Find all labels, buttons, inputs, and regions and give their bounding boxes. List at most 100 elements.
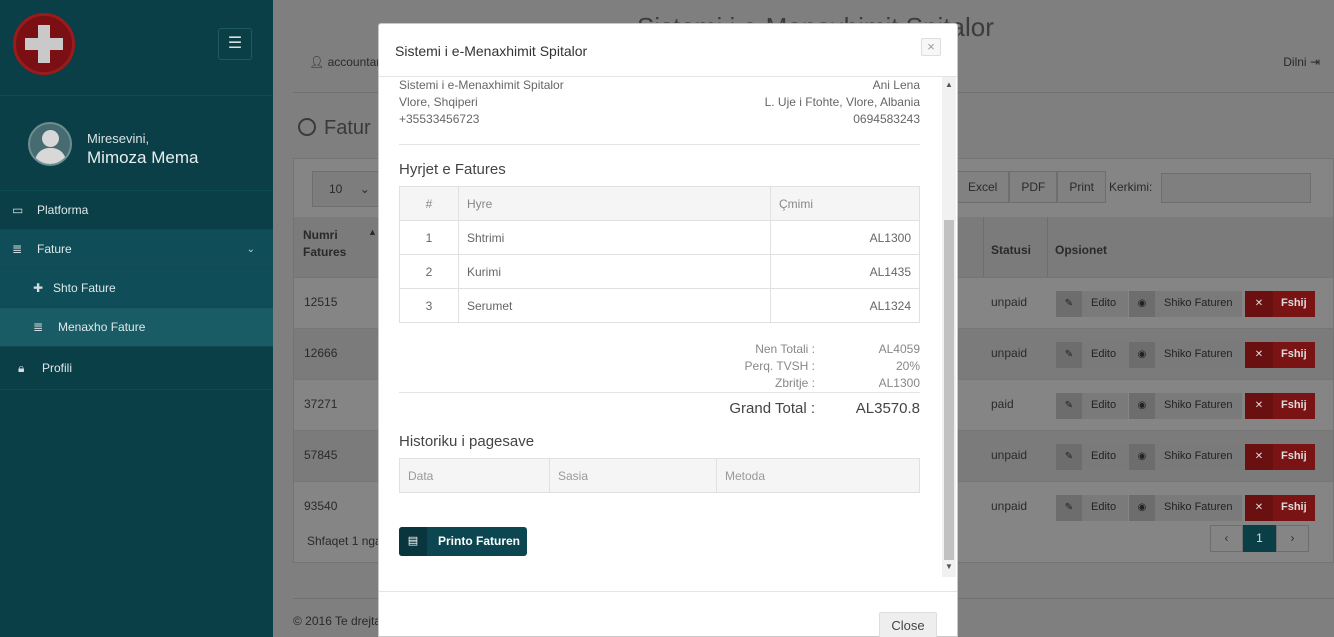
invoice-modal: Sistemi i e-Menaxhimit Spitalor × Sistem…: [378, 23, 958, 637]
column-header-entry: Hyre: [458, 186, 771, 221]
subtotal-label: Nen Totali :: [755, 342, 815, 356]
scroll-thumb[interactable]: [944, 220, 954, 560]
view-invoice-button[interactable]: ◉ Shiko Faturen: [1129, 393, 1242, 419]
footer-text: © 2016 Te drejta: [293, 614, 382, 628]
eye-icon: ◉: [1129, 444, 1155, 470]
close-icon: ✕: [1245, 291, 1273, 317]
page-length-select[interactable]: 10 ⌄: [312, 171, 384, 207]
column-header-amount: Sasia: [549, 458, 717, 493]
pencil-icon: ✎: [1056, 444, 1082, 470]
showing-info: Shfaqet 1 nga: [307, 534, 382, 548]
client-name: Ani Lena: [872, 78, 920, 92]
item-entry: Kurimi: [458, 254, 771, 289]
search-label: Kerkimi:: [1109, 180, 1153, 194]
modal-title: Sistemi i e-Menaxhimit Spitalor: [395, 43, 588, 59]
modal-header: Sistemi i e-Menaxhimit Spitalor ×: [379, 24, 957, 77]
divider: [399, 392, 920, 393]
chevron-down-icon: ⌄: [359, 182, 370, 196]
eye-icon: ◉: [1129, 342, 1155, 368]
sidebar-item-profili[interactable]: 🔒︎ Profili: [0, 347, 273, 390]
sidebar-item-fature[interactable]: ≣ Fature ⌄: [0, 230, 273, 269]
edit-button[interactable]: ✎ Edito: [1056, 342, 1128, 368]
lock-icon: 🔒︎: [18, 361, 25, 375]
view-invoice-button[interactable]: ◉ Shiko Faturen: [1129, 342, 1242, 368]
vat-label: Perq. TVSH :: [744, 359, 815, 373]
delete-button[interactable]: ✕ Fshij: [1245, 393, 1315, 419]
search-input[interactable]: [1161, 173, 1311, 203]
item-price: AL1324: [770, 288, 920, 323]
edit-button[interactable]: ✎ Edito: [1056, 444, 1128, 470]
column-header-status[interactable]: Statusi: [991, 243, 1031, 257]
sort-up-icon[interactable]: ▲: [368, 227, 377, 237]
edit-button[interactable]: ✎ Edito: [1056, 495, 1128, 521]
pdf-button[interactable]: PDF: [1009, 171, 1058, 203]
view-invoice-button[interactable]: ◉ Shiko Faturen: [1129, 444, 1242, 470]
column-header-number[interactable]: Numri Fatures: [303, 227, 363, 261]
excel-button[interactable]: Excel: [956, 171, 1010, 203]
desktop-icon: ▭: [12, 203, 24, 217]
sidebar-item-label: Profili: [42, 361, 73, 375]
document-icon: ▤: [399, 527, 427, 556]
delete-button[interactable]: ✕ Fshij: [1245, 342, 1315, 368]
status-badge: unpaid: [991, 346, 1028, 360]
sidebar-item-label: Menaxho Fature: [58, 320, 146, 334]
logout-icon: ⇥: [1309, 55, 1320, 69]
next-page-button[interactable]: ›: [1276, 525, 1309, 552]
current-user[interactable]: 👤︎ accountant: [309, 55, 386, 69]
item-price: AL1300: [770, 220, 920, 255]
issuer-city: Vlore, Shqiperi: [399, 95, 478, 109]
view-invoice-button[interactable]: ◉ Shiko Faturen: [1129, 291, 1242, 317]
edit-button[interactable]: ✎ Edito: [1056, 291, 1128, 317]
print-button[interactable]: Print: [1057, 171, 1107, 203]
pagination: ‹ 1 ›: [1210, 525, 1309, 552]
scroll-down-arrow-icon[interactable]: ▼: [942, 561, 956, 573]
delete-label: Fshij: [1281, 297, 1307, 309]
view-invoice-button[interactable]: ◉ Shiko Faturen: [1129, 495, 1242, 521]
issuer-address: Sistemi i e-Menaxhimit Spitalor Vlore, S…: [399, 77, 564, 128]
pencil-icon: ✎: [1056, 342, 1082, 368]
sidebar-item-shto-fature[interactable]: ✚ Shto Fature: [0, 269, 273, 308]
sidebar-item-label: Shto Fature: [53, 281, 116, 295]
modal-scrollbar[interactable]: ▲ ▼: [942, 77, 956, 577]
close-icon: ✕: [1245, 393, 1273, 419]
item-num: 1: [399, 220, 459, 255]
grand-total-value: AL3570.8: [855, 400, 920, 417]
delete-button[interactable]: ✕ Fshij: [1245, 291, 1315, 317]
discount-label: Zbritje :: [774, 376, 815, 390]
delete-label: Fshij: [1281, 501, 1307, 513]
client-phone: 0694583243: [853, 112, 920, 126]
edit-button[interactable]: ✎ Edito: [1056, 393, 1128, 419]
discount-value: AL1300: [878, 376, 920, 390]
item-entry: Shtrimi: [458, 220, 771, 255]
export-buttons: Excel PDF Print: [956, 171, 1107, 203]
delete-button[interactable]: ✕ Fshij: [1245, 444, 1315, 470]
hospital-cross-logo[interactable]: [13, 13, 75, 75]
issuer-phone: +35533456723: [399, 112, 480, 126]
sidebar-item-menaxho-fature[interactable]: ≣ Menaxho Fature: [0, 308, 273, 347]
delete-label: Fshij: [1281, 348, 1307, 360]
scroll-up-arrow-icon[interactable]: ▲: [942, 79, 956, 91]
column-header-num: #: [399, 186, 459, 221]
delete-button[interactable]: ✕ Fshij: [1245, 495, 1315, 521]
logout-link[interactable]: Dilni ⇥: [1283, 55, 1320, 69]
prev-page-button[interactable]: ‹: [1210, 525, 1243, 552]
sidebar-item-platforma[interactable]: ▭ Platforma: [0, 191, 273, 230]
close-icon[interactable]: ×: [921, 38, 941, 56]
circle-arrow-icon: [298, 118, 316, 136]
column-header-price: Çmimi: [770, 186, 920, 221]
delete-label: Fshij: [1281, 450, 1307, 462]
pencil-icon: ✎: [1056, 291, 1082, 317]
status-badge: unpaid: [991, 295, 1028, 309]
hamburger-menu-icon[interactable]: ☰: [218, 28, 252, 60]
print-invoice-button[interactable]: ▤ Printo Faturen: [399, 527, 527, 556]
edit-label: Edito: [1091, 399, 1117, 411]
page-title-text: Fatur: [324, 117, 371, 139]
page-1-button[interactable]: 1: [1243, 525, 1276, 552]
eye-icon: ◉: [1129, 495, 1155, 521]
close-icon: ✕: [1245, 342, 1273, 368]
list-icon: ≣: [33, 320, 44, 334]
column-header-date: Data: [399, 458, 550, 493]
close-icon: ✕: [1245, 495, 1273, 521]
invoice-number: 37271: [304, 397, 338, 411]
close-button[interactable]: Close: [879, 612, 937, 637]
